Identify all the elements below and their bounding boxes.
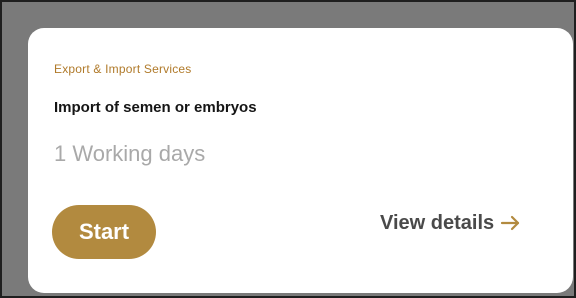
service-card: Export & Import Services Import of semen… [28, 28, 573, 293]
service-duration: 1 Working days [54, 141, 206, 166]
view-details-link[interactable]: View details [380, 206, 522, 240]
view-details-label: View details [380, 211, 495, 234]
service-category: Export & Import Services [54, 62, 192, 76]
screenshot-frame: Export & Import Services Import of semen… [0, 0, 576, 298]
start-button[interactable]: Start [52, 205, 156, 259]
service-title: Import of semen or embryos [54, 99, 257, 116]
right-arrow-icon [500, 214, 522, 232]
